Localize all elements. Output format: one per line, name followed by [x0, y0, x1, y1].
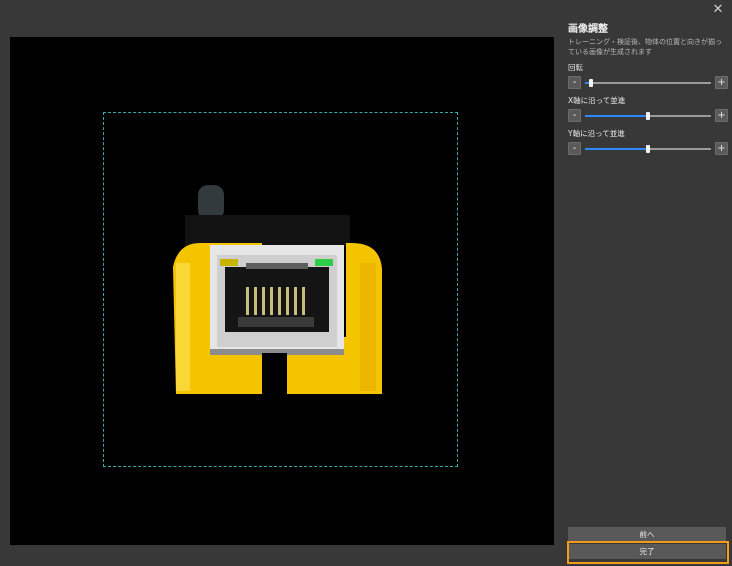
rotation-label: 回転 [568, 63, 583, 72]
x-translate-slider-row: - + [568, 109, 728, 123]
x-translate-increment-button[interactable]: + [715, 109, 728, 122]
rotation-increment-button[interactable]: + [715, 76, 728, 89]
y-translate-slider-fill [585, 148, 648, 150]
rotation-decrement-button[interactable]: - [568, 76, 581, 89]
y-translate-slider-row: - + [568, 142, 728, 156]
x-translate-slider-fill [585, 115, 648, 117]
camera-image [10, 37, 554, 545]
y-translate-increment-button[interactable]: + [715, 142, 728, 155]
prev-button[interactable]: 前へ [568, 527, 726, 542]
x-translate-label: X軸に沿って並進 [568, 96, 626, 105]
rotation-slider[interactable] [585, 79, 711, 87]
y-translate-decrement-button[interactable]: - [568, 142, 581, 155]
panel-description: トレーニング・検証後、物体の位置と向きが揃っている画像が生成されます [568, 38, 722, 56]
image-adjust-dialog: ✕ 画像調整 トレーニング・検証後、物体の位置と向きが揃っている画像が生成されま… [0, 0, 732, 566]
y-translate-label: Y軸に沿って並進 [568, 129, 625, 138]
image-viewport[interactable] [10, 37, 554, 545]
y-translate-slider[interactable] [585, 145, 711, 153]
x-translate-slider[interactable] [585, 112, 711, 120]
x-translate-slider-thumb[interactable] [646, 112, 650, 120]
rotation-slider-thumb[interactable] [589, 79, 594, 87]
rotation-slider-row: - + [568, 76, 728, 90]
y-translate-slider-thumb[interactable] [646, 145, 650, 153]
x-translate-decrement-button[interactable]: - [568, 109, 581, 122]
done-button[interactable]: 完了 [568, 544, 726, 559]
panel-title: 画像調整 [568, 24, 608, 35]
settings-panel: 画像調整 トレーニング・検証後、物体の位置と向きが揃っている画像が生成されます … [560, 0, 732, 566]
